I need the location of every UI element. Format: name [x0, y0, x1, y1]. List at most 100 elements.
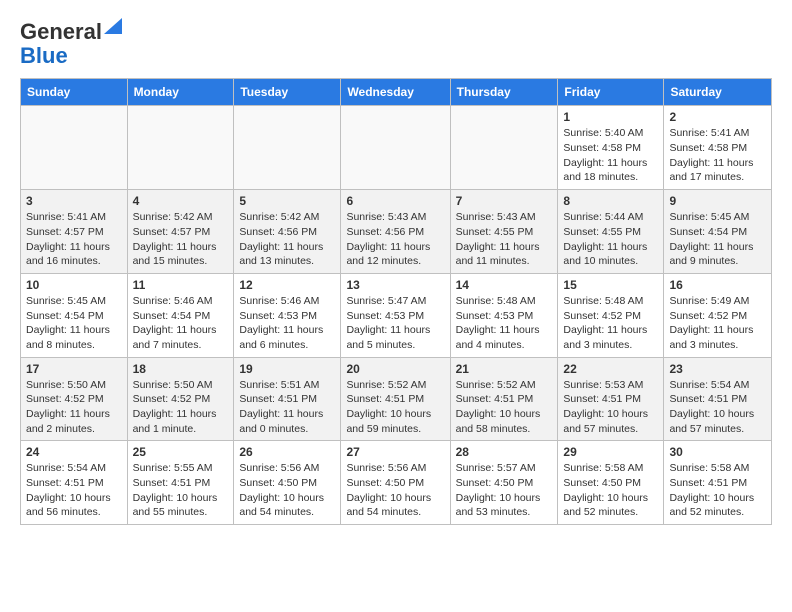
- day-info: Sunrise: 5:43 AM Sunset: 4:55 PM Dayligh…: [456, 210, 553, 269]
- day-info: Sunrise: 5:45 AM Sunset: 4:54 PM Dayligh…: [26, 294, 122, 353]
- calendar-cell: 4 Sunrise: 5:42 AM Sunset: 4:57 PM Daylig…: [127, 190, 234, 274]
- day-info: Sunrise: 5:56 AM Sunset: 4:50 PM Dayligh…: [239, 461, 335, 520]
- day-info: Sunrise: 5:54 AM Sunset: 4:51 PM Dayligh…: [26, 461, 122, 520]
- day-info: Sunrise: 5:54 AM Sunset: 4:51 PM Dayligh…: [669, 378, 766, 437]
- day-number: 18: [133, 362, 229, 376]
- calendar-cell: [127, 106, 234, 190]
- weekday-header-row: SundayMondayTuesdayWednesdayThursdayFrid…: [21, 79, 772, 106]
- day-number: 26: [239, 445, 335, 459]
- day-info: Sunrise: 5:41 AM Sunset: 4:58 PM Dayligh…: [669, 126, 766, 185]
- day-number: 16: [669, 278, 766, 292]
- day-number: 21: [456, 362, 553, 376]
- day-info: Sunrise: 5:57 AM Sunset: 4:50 PM Dayligh…: [456, 461, 553, 520]
- calendar-cell: 19 Sunrise: 5:51 AM Sunset: 4:51 PM Dayli…: [234, 357, 341, 441]
- day-info: Sunrise: 5:45 AM Sunset: 4:54 PM Dayligh…: [669, 210, 766, 269]
- calendar-cell: 9 Sunrise: 5:45 AM Sunset: 4:54 PM Daylig…: [664, 190, 772, 274]
- day-info: Sunrise: 5:47 AM Sunset: 4:53 PM Dayligh…: [346, 294, 444, 353]
- calendar-cell: 12 Sunrise: 5:46 AM Sunset: 4:53 PM Dayli…: [234, 273, 341, 357]
- day-info: Sunrise: 5:53 AM Sunset: 4:51 PM Dayligh…: [563, 378, 658, 437]
- calendar-cell: 2 Sunrise: 5:41 AM Sunset: 4:58 PM Daylig…: [664, 106, 772, 190]
- calendar-cell: 17 Sunrise: 5:50 AM Sunset: 4:52 PM Dayli…: [21, 357, 128, 441]
- day-number: 13: [346, 278, 444, 292]
- day-number: 4: [133, 194, 229, 208]
- day-info: Sunrise: 5:46 AM Sunset: 4:53 PM Dayligh…: [239, 294, 335, 353]
- day-number: 15: [563, 278, 658, 292]
- day-number: 7: [456, 194, 553, 208]
- day-number: 6: [346, 194, 444, 208]
- day-number: 14: [456, 278, 553, 292]
- weekday-header-wednesday: Wednesday: [341, 79, 450, 106]
- day-info: Sunrise: 5:43 AM Sunset: 4:56 PM Dayligh…: [346, 210, 444, 269]
- weekday-header-tuesday: Tuesday: [234, 79, 341, 106]
- calendar-cell: 11 Sunrise: 5:46 AM Sunset: 4:54 PM Dayli…: [127, 273, 234, 357]
- logo: General Blue: [20, 20, 122, 68]
- day-info: Sunrise: 5:55 AM Sunset: 4:51 PM Dayligh…: [133, 461, 229, 520]
- calendar-cell: 1 Sunrise: 5:40 AM Sunset: 4:58 PM Daylig…: [558, 106, 664, 190]
- calendar-table: SundayMondayTuesdayWednesdayThursdayFrid…: [20, 78, 772, 525]
- calendar-cell: 18 Sunrise: 5:50 AM Sunset: 4:52 PM Dayli…: [127, 357, 234, 441]
- day-number: 3: [26, 194, 122, 208]
- calendar-cell: 30Sunrise: 5:58 AM Sunset: 4:51 PM Dayli…: [664, 441, 772, 525]
- calendar-cell: [341, 106, 450, 190]
- calendar-cell: 20 Sunrise: 5:52 AM Sunset: 4:51 PM Dayli…: [341, 357, 450, 441]
- day-number: 27: [346, 445, 444, 459]
- day-number: 17: [26, 362, 122, 376]
- day-info: Sunrise: 5:46 AM Sunset: 4:54 PM Dayligh…: [133, 294, 229, 353]
- calendar-cell: 16 Sunrise: 5:49 AM Sunset: 4:52 PM Dayli…: [664, 273, 772, 357]
- day-info: Sunrise: 5:52 AM Sunset: 4:51 PM Dayligh…: [346, 378, 444, 437]
- day-number: 12: [239, 278, 335, 292]
- calendar-cell: 6 Sunrise: 5:43 AM Sunset: 4:56 PM Daylig…: [341, 190, 450, 274]
- day-number: 20: [346, 362, 444, 376]
- weekday-header-monday: Monday: [127, 79, 234, 106]
- day-info: Sunrise: 5:48 AM Sunset: 4:52 PM Dayligh…: [563, 294, 658, 353]
- day-info: Sunrise: 5:49 AM Sunset: 4:52 PM Dayligh…: [669, 294, 766, 353]
- calendar-cell: 25Sunrise: 5:55 AM Sunset: 4:51 PM Dayli…: [127, 441, 234, 525]
- day-number: 2: [669, 110, 766, 124]
- calendar-cell: 22 Sunrise: 5:53 AM Sunset: 4:51 PM Dayli…: [558, 357, 664, 441]
- day-info: Sunrise: 5:50 AM Sunset: 4:52 PM Dayligh…: [26, 378, 122, 437]
- calendar-cell: 10Sunrise: 5:45 AM Sunset: 4:54 PM Dayli…: [21, 273, 128, 357]
- day-info: Sunrise: 5:42 AM Sunset: 4:57 PM Dayligh…: [133, 210, 229, 269]
- week-row-4: 17 Sunrise: 5:50 AM Sunset: 4:52 PM Dayli…: [21, 357, 772, 441]
- day-number: 11: [133, 278, 229, 292]
- day-number: 9: [669, 194, 766, 208]
- day-number: 24: [26, 445, 122, 459]
- page-container: General Blue SundayMondayTuesdayWednesda…: [20, 20, 772, 525]
- week-row-5: 24 Sunrise: 5:54 AM Sunset: 4:51 PM Dayli…: [21, 441, 772, 525]
- calendar-cell: 15 Sunrise: 5:48 AM Sunset: 4:52 PM Dayli…: [558, 273, 664, 357]
- day-number: 1: [563, 110, 658, 124]
- week-row-1: 1 Sunrise: 5:40 AM Sunset: 4:58 PM Daylig…: [21, 106, 772, 190]
- weekday-header-saturday: Saturday: [664, 79, 772, 106]
- day-number: 5: [239, 194, 335, 208]
- day-info: Sunrise: 5:48 AM Sunset: 4:53 PM Dayligh…: [456, 294, 553, 353]
- calendar-cell: 23 Sunrise: 5:54 AM Sunset: 4:51 PM Dayli…: [664, 357, 772, 441]
- calendar-cell: 5 Sunrise: 5:42 AM Sunset: 4:56 PM Daylig…: [234, 190, 341, 274]
- logo-general: General: [20, 20, 102, 44]
- day-info: Sunrise: 5:40 AM Sunset: 4:58 PM Dayligh…: [563, 126, 658, 185]
- day-info: Sunrise: 5:42 AM Sunset: 4:56 PM Dayligh…: [239, 210, 335, 269]
- calendar-cell: 29Sunrise: 5:58 AM Sunset: 4:50 PM Dayli…: [558, 441, 664, 525]
- header: General Blue: [20, 20, 772, 68]
- day-info: Sunrise: 5:44 AM Sunset: 4:55 PM Dayligh…: [563, 210, 658, 269]
- calendar-cell: [21, 106, 128, 190]
- calendar-cell: 8 Sunrise: 5:44 AM Sunset: 4:55 PM Daylig…: [558, 190, 664, 274]
- week-row-3: 10Sunrise: 5:45 AM Sunset: 4:54 PM Dayli…: [21, 273, 772, 357]
- day-info: Sunrise: 5:50 AM Sunset: 4:52 PM Dayligh…: [133, 378, 229, 437]
- day-number: 30: [669, 445, 766, 459]
- calendar-cell: 26 Sunrise: 5:56 AM Sunset: 4:50 PM Dayli…: [234, 441, 341, 525]
- logo-blue: Blue: [20, 44, 68, 68]
- day-info: Sunrise: 5:51 AM Sunset: 4:51 PM Dayligh…: [239, 378, 335, 437]
- logo-bird-icon: [104, 18, 122, 34]
- day-number: 29: [563, 445, 658, 459]
- day-number: 23: [669, 362, 766, 376]
- day-number: 28: [456, 445, 553, 459]
- calendar-cell: 21Sunrise: 5:52 AM Sunset: 4:51 PM Dayli…: [450, 357, 558, 441]
- day-number: 8: [563, 194, 658, 208]
- day-number: 19: [239, 362, 335, 376]
- weekday-header-friday: Friday: [558, 79, 664, 106]
- day-info: Sunrise: 5:41 AM Sunset: 4:57 PM Dayligh…: [26, 210, 122, 269]
- day-number: 22: [563, 362, 658, 376]
- calendar-cell: [450, 106, 558, 190]
- calendar-cell: 27Sunrise: 5:56 AM Sunset: 4:50 PM Dayli…: [341, 441, 450, 525]
- weekday-header-thursday: Thursday: [450, 79, 558, 106]
